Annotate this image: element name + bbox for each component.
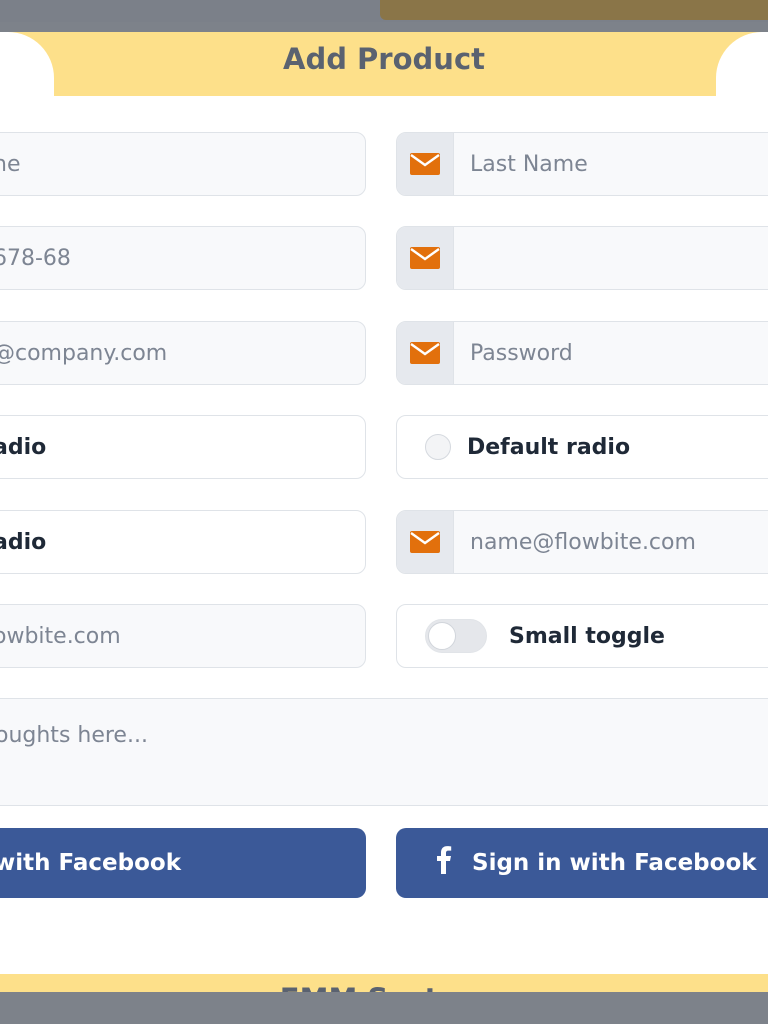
facebook-button-label: Sign in with Facebook — [472, 850, 757, 876]
add-product-card: Add Product ne Last Name 678-68 @company… — [0, 32, 768, 992]
top-bar-accent — [380, 0, 768, 20]
email-placeholder: @company.com — [0, 340, 168, 366]
radio-label-left-2: adio — [0, 529, 47, 555]
right-phone-input[interactable] — [396, 226, 768, 290]
card-footer: EMM System — [0, 974, 768, 992]
page-title: Add Product — [283, 42, 485, 76]
first-name-placeholder: ne — [0, 151, 21, 177]
facebook-signin-button-left[interactable]: with Facebook — [0, 828, 366, 898]
footer-title: EMM System — [0, 982, 768, 992]
facebook-button-label-left: with Facebook — [0, 850, 181, 876]
default-radio-label: Default radio — [467, 434, 631, 460]
flowbite-email-placeholder: name@flowbite.com — [470, 529, 696, 555]
envelope-icon — [397, 322, 454, 384]
password-input[interactable]: Password — [396, 321, 768, 385]
first-name-input[interactable]: ne — [0, 132, 366, 196]
last-name-input[interactable]: Last Name — [396, 132, 768, 196]
small-toggle-label: Small toggle — [509, 623, 665, 649]
message-textarea[interactable]: oughts here... — [0, 698, 768, 806]
radio-option-left-2[interactable]: adio — [0, 510, 366, 574]
message-placeholder: oughts here... — [0, 723, 148, 748]
default-radio[interactable] — [425, 434, 451, 460]
small-toggle-option[interactable]: Small toggle — [396, 604, 768, 668]
envelope-icon — [397, 511, 454, 573]
envelope-icon — [397, 227, 454, 289]
toggle-knob — [428, 622, 456, 650]
default-radio-option[interactable]: Default radio — [396, 415, 768, 479]
envelope-icon — [397, 133, 454, 195]
facebook-icon — [436, 846, 452, 880]
email-input[interactable]: @company.com — [0, 321, 366, 385]
left-email-input-2[interactable]: owbite.com — [0, 604, 366, 668]
window-bottom-bar — [0, 992, 768, 1024]
radio-option-left-1[interactable]: adio — [0, 415, 366, 479]
radio-label-left-1: adio — [0, 434, 47, 460]
facebook-signin-button[interactable]: Sign in with Facebook — [396, 828, 768, 898]
last-name-placeholder: Last Name — [470, 151, 588, 177]
card-header: Add Product — [0, 32, 768, 96]
left-email-placeholder-2: owbite.com — [0, 623, 121, 649]
window-top-bar — [0, 0, 768, 22]
phone-placeholder: 678-68 — [0, 245, 71, 271]
small-toggle[interactable] — [425, 619, 487, 653]
password-placeholder: Password — [470, 340, 573, 366]
phone-input[interactable]: 678-68 — [0, 226, 366, 290]
flowbite-email-input[interactable]: name@flowbite.com — [396, 510, 768, 574]
